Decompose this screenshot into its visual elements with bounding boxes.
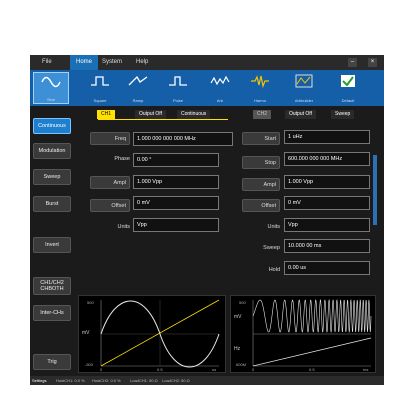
ch1-waveform-svg: mV 500 -500 0 0.5 us (82, 299, 220, 372)
modulation-button[interactable]: Modulation (33, 143, 71, 159)
ch2-tag[interactable]: CH2 (253, 110, 272, 119)
inter-chs-button[interactable]: Inter-CHs (33, 305, 71, 321)
ch2-output-status[interactable]: Output Off (285, 110, 316, 119)
ch1-offset-button[interactable]: Offset (90, 199, 130, 212)
harmonic-icon (251, 75, 269, 88)
ch1-ampl-button[interactable]: Ampl (90, 176, 130, 189)
pulse-icon (169, 76, 187, 86)
ch1-plot-x2: us (212, 367, 216, 372)
ch1-ch2-line2: CHBOTH (40, 286, 64, 292)
status-load-ch2: LoadCH2: 50 Ω (162, 378, 190, 383)
ch1-header: CH1 Output Off Continuous (77, 110, 227, 119)
menu-help[interactable]: Help (136, 59, 148, 65)
arbbuilder-label: Arbbuilder (294, 98, 314, 103)
ch2-plot-ylabel2: Hz (234, 346, 241, 352)
ch2-ampl-value[interactable]: 1.000 Vpp (284, 175, 370, 189)
ch2-waveform-svg: mV Hz 500 600M 0 0.5 ms (234, 298, 372, 372)
ch1-phase-value[interactable]: 0.00 ° (133, 153, 219, 167)
ch2-units-value[interactable]: Vpp (284, 218, 370, 232)
sine-tool[interactable]: Sine (33, 72, 69, 104)
continuous-button[interactable]: Continuous (33, 118, 71, 134)
ch2-mode: Sweep (331, 110, 355, 119)
pulse-label: Pulse (172, 98, 183, 103)
ch1-units-label: Units (117, 224, 130, 230)
ch2-header: CH2 Output Off Sweep (245, 110, 375, 119)
checkmark-icon (341, 75, 355, 87)
harmonic-label: Harmo (253, 98, 266, 103)
invert-button[interactable]: Invert (33, 237, 71, 253)
sweep-button[interactable]: Sweep (33, 169, 71, 185)
ch2-hold-label: Hold (268, 267, 280, 273)
ch1-plot-x0: 0 (100, 367, 103, 372)
ch2-sweep-value[interactable]: 10.000 00 ms (284, 239, 370, 253)
default-tool[interactable]: Default (330, 72, 366, 104)
status-load-ch1: LoadCH1: 50 Ω (130, 378, 158, 383)
ch2-start-button[interactable]: Start (242, 132, 280, 145)
ch1-freq-button[interactable]: Freq (90, 132, 130, 145)
waveform-toolbar: Sine Square Ramp Pulse Arb Harmo Arbbuil… (30, 70, 384, 106)
ch2-offset-button[interactable]: Offset (242, 199, 280, 212)
burst-button[interactable]: Burst (33, 196, 71, 212)
ch2-plot-x0: 0 (252, 367, 255, 372)
ch1-plot-ybot: -500 (85, 362, 94, 367)
menu-system[interactable]: System (102, 59, 122, 65)
pulse-tool[interactable]: Pulse (160, 72, 196, 104)
arbbuilder-icon (295, 74, 313, 88)
ch2-start-value[interactable]: 1 uHz (284, 130, 370, 144)
arb-wave-icon (210, 75, 230, 86)
status-bar: Settings HostCH1: 0.0 % HostCH2: 0.0 % L… (30, 376, 384, 385)
arb-label: Arb (216, 98, 224, 103)
app-window: File Home System Help – × Sine Square Ra… (30, 55, 384, 385)
sine-label: Sine (46, 97, 55, 102)
arbbuilder-tool[interactable]: Arbbuilder (286, 72, 322, 104)
ch2-scrollbar[interactable] (373, 155, 377, 225)
status-host-ch2: HostCH2: 0.0 % (92, 378, 121, 383)
ch2-hold-value[interactable]: 0.00 us (284, 261, 370, 275)
ch2-plot-ytop: 500 (239, 300, 246, 305)
ch1-ch2-button[interactable]: CH1/CH2 CHBOTH (33, 277, 71, 295)
ch2-ampl-button[interactable]: Ampl (242, 178, 280, 191)
trig-button[interactable]: Trig (33, 354, 71, 370)
ch1-plot-ytop: 500 (87, 300, 94, 305)
ch1-tag[interactable]: CH1 (97, 110, 116, 119)
square-wave-icon (91, 76, 109, 86)
ch1-header-underline (98, 119, 228, 120)
menu-bar: File Home System Help – × (30, 55, 384, 70)
ch1-units-value[interactable]: Vpp (133, 218, 219, 232)
harmonic-tool[interactable]: Harmo (242, 72, 278, 104)
ch2-plot-x1: 0.5 (309, 367, 315, 372)
ch1-mode: Continuous (177, 110, 211, 119)
square-label: Square (93, 98, 107, 103)
ch1-plot-ylabel: mV (82, 330, 90, 336)
arb-tool[interactable]: Arb (202, 72, 238, 104)
ch2-units-label: Units (267, 224, 280, 230)
ch2-plot-x2: ms (363, 367, 368, 372)
ch2-waveform-plot: mV Hz 500 600M 0 0.5 ms (230, 295, 376, 373)
sine-icon (41, 76, 61, 88)
default-label: Default (341, 98, 355, 103)
ramp-icon (128, 75, 148, 86)
ch2-sweep-label: Sweep (263, 245, 280, 251)
ramp-tool[interactable]: Ramp (120, 72, 156, 104)
ramp-label: Ramp (132, 98, 144, 103)
menu-home[interactable]: Home (70, 55, 99, 70)
ch1-output-status[interactable]: Output Off (135, 110, 166, 119)
ch1-offset-value[interactable]: 0 mV (133, 196, 219, 210)
ch1-plot-x1: 0.5 (157, 367, 163, 372)
minimize-button[interactable]: – (348, 58, 357, 67)
ch2-plot-ybot: 600M (236, 362, 246, 367)
ch2-stop-button[interactable]: Stop (242, 156, 280, 169)
ch2-offset-value[interactable]: 0 mV (284, 196, 370, 210)
ch2-stop-value[interactable]: 600.000 000 000 MHz (284, 152, 370, 166)
status-mode: Settings (32, 378, 47, 383)
menu-file[interactable]: File (42, 59, 52, 65)
square-tool[interactable]: Square (82, 72, 118, 104)
ch1-ampl-value[interactable]: 1.000 Vpp (133, 175, 219, 189)
ch1-freq-value[interactable]: 1.000 000 000 000 MHz (133, 132, 233, 146)
status-host-ch1: HostCH1: 0.0 % (56, 378, 85, 383)
ch2-plot-ylabel: mV (234, 314, 242, 320)
ch1-waveform-plot: mV 500 -500 0 0.5 us (78, 295, 226, 373)
close-button[interactable]: × (368, 58, 377, 67)
ch1-phase-label: Phase (114, 156, 130, 162)
